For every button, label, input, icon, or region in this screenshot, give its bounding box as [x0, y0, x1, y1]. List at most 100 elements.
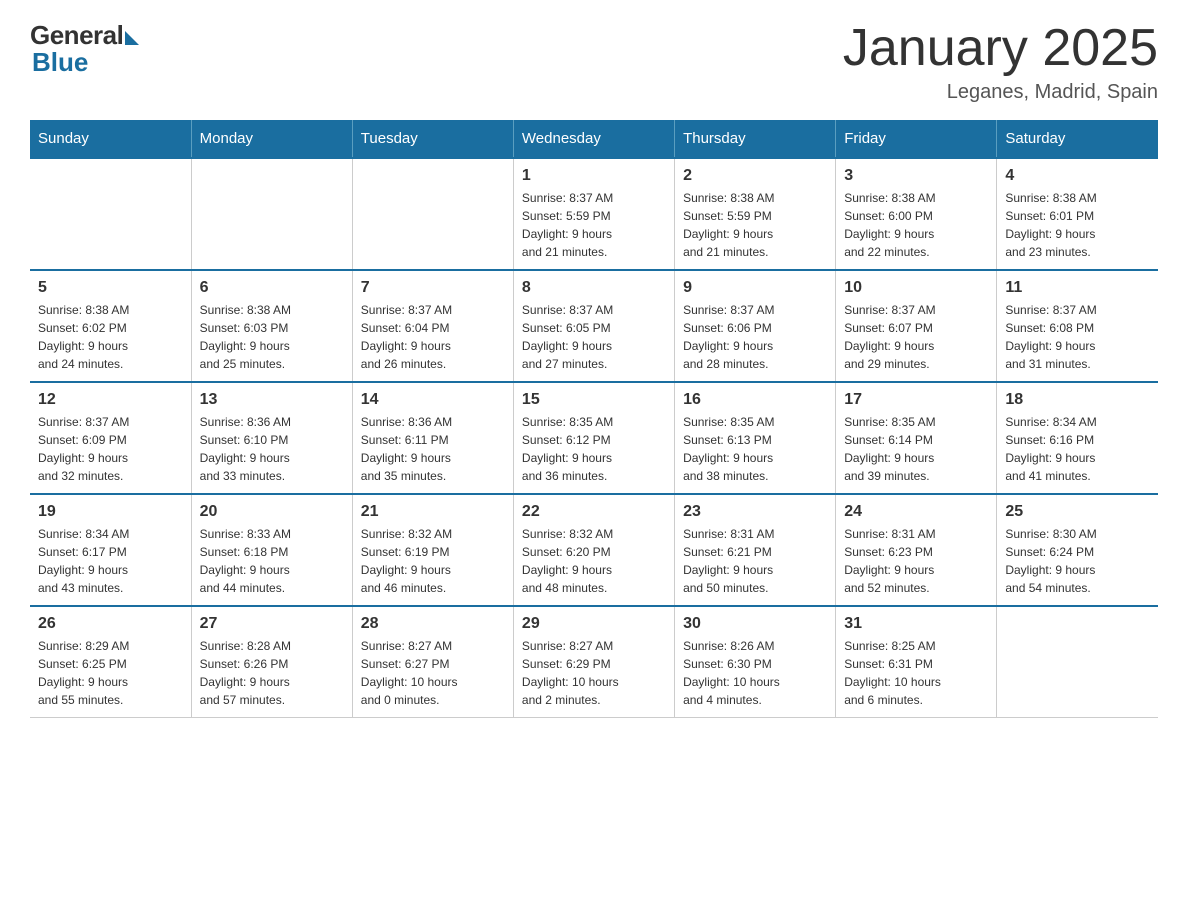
day-info: Sunrise: 8:37 AM Sunset: 5:59 PM Dayligh…: [522, 189, 666, 261]
day-number: 11: [1005, 279, 1150, 297]
day-info: Sunrise: 8:37 AM Sunset: 6:06 PM Dayligh…: [683, 301, 827, 373]
day-number: 16: [683, 391, 827, 409]
calendar-cell: 27 Sunrise: 8:28 AM Sunset: 6:26 PM Dayli…: [191, 606, 352, 718]
calendar-row-week-4: 19 Sunrise: 8:34 AM Sunset: 6:17 PM Dayli…: [30, 494, 1158, 606]
day-number: 9: [683, 279, 827, 297]
calendar-cell: 30Sunrise: 8:26 AM Sunset: 6:30 PM Dayli…: [675, 606, 836, 718]
day-number: 29: [522, 615, 666, 633]
calendar-cell: 10Sunrise: 8:37 AM Sunset: 6:07 PM Dayli…: [836, 270, 997, 382]
calendar-cell: 7Sunrise: 8:37 AM Sunset: 6:04 PM Daylig…: [352, 270, 513, 382]
day-number: 8: [522, 279, 666, 297]
day-info: Sunrise: 8:36 AM Sunset: 6:10 PM Dayligh…: [200, 413, 344, 485]
day-number: 25: [1005, 503, 1150, 521]
calendar-cell: 19 Sunrise: 8:34 AM Sunset: 6:17 PM Dayli…: [30, 494, 191, 606]
calendar-cell: [191, 158, 352, 270]
location: Leganes, Madrid, Spain: [843, 81, 1158, 104]
day-number: 27: [200, 615, 344, 633]
calendar-cell: 11Sunrise: 8:37 AM Sunset: 6:08 PM Dayli…: [997, 270, 1158, 382]
day-number: 20: [200, 503, 344, 521]
header-day-wednesday: Wednesday: [513, 120, 674, 158]
day-number: 19: [38, 503, 183, 521]
day-number: 22: [522, 503, 666, 521]
calendar-cell: 17 Sunrise: 8:35 AM Sunset: 6:14 PM Dayli…: [836, 382, 997, 494]
day-info: Sunrise: 8:35 AM Sunset: 6:14 PM Dayligh…: [844, 413, 988, 485]
calendar-cell: 9 Sunrise: 8:37 AM Sunset: 6:06 PM Daylig…: [675, 270, 836, 382]
day-info: Sunrise: 8:34 AM Sunset: 6:17 PM Dayligh…: [38, 525, 183, 597]
day-info: Sunrise: 8:38 AM Sunset: 6:01 PM Dayligh…: [1005, 189, 1150, 261]
day-info: Sunrise: 8:37 AM Sunset: 6:04 PM Dayligh…: [361, 301, 505, 373]
day-info: Sunrise: 8:37 AM Sunset: 6:09 PM Dayligh…: [38, 413, 183, 485]
page-header: General Blue January 2025 Leganes, Madri…: [30, 20, 1158, 104]
header-day-monday: Monday: [191, 120, 352, 158]
day-info: Sunrise: 8:28 AM Sunset: 6:26 PM Dayligh…: [200, 637, 344, 709]
header-day-saturday: Saturday: [997, 120, 1158, 158]
calendar-row-week-1: 1 Sunrise: 8:37 AM Sunset: 5:59 PM Daylig…: [30, 158, 1158, 270]
day-number: 21: [361, 503, 505, 521]
calendar-cell: [997, 606, 1158, 718]
calendar-cell: 12 Sunrise: 8:37 AM Sunset: 6:09 PM Dayli…: [30, 382, 191, 494]
day-info: Sunrise: 8:38 AM Sunset: 6:03 PM Dayligh…: [200, 301, 344, 373]
day-number: 13: [200, 391, 344, 409]
month-title: January 2025: [843, 20, 1158, 77]
day-info: Sunrise: 8:30 AM Sunset: 6:24 PM Dayligh…: [1005, 525, 1150, 597]
day-info: Sunrise: 8:31 AM Sunset: 6:23 PM Dayligh…: [844, 525, 988, 597]
day-number: 17: [844, 391, 988, 409]
day-info: Sunrise: 8:38 AM Sunset: 6:00 PM Dayligh…: [844, 189, 988, 261]
calendar-cell: 8Sunrise: 8:37 AM Sunset: 6:05 PM Daylig…: [513, 270, 674, 382]
calendar-header: SundayMondayTuesdayWednesdayThursdayFrid…: [30, 120, 1158, 158]
calendar-cell: 22 Sunrise: 8:32 AM Sunset: 6:20 PM Dayli…: [513, 494, 674, 606]
day-number: 28: [361, 615, 505, 633]
calendar-cell: 25 Sunrise: 8:30 AM Sunset: 6:24 PM Dayli…: [997, 494, 1158, 606]
calendar-cell: 28 Sunrise: 8:27 AM Sunset: 6:27 PM Dayli…: [352, 606, 513, 718]
day-number: 2: [683, 167, 827, 185]
day-info: Sunrise: 8:34 AM Sunset: 6:16 PM Dayligh…: [1005, 413, 1150, 485]
logo-arrow-icon: [125, 31, 139, 45]
calendar-cell: [30, 158, 191, 270]
logo: General Blue: [30, 20, 139, 78]
day-number: 31: [844, 615, 988, 633]
logo-blue-text: Blue: [32, 47, 88, 78]
calendar-cell: 14Sunrise: 8:36 AM Sunset: 6:11 PM Dayli…: [352, 382, 513, 494]
day-number: 14: [361, 391, 505, 409]
day-info: Sunrise: 8:25 AM Sunset: 6:31 PM Dayligh…: [844, 637, 988, 709]
calendar-cell: 18 Sunrise: 8:34 AM Sunset: 6:16 PM Dayli…: [997, 382, 1158, 494]
header-day-sunday: Sunday: [30, 120, 191, 158]
calendar-cell: 21 Sunrise: 8:32 AM Sunset: 6:19 PM Dayli…: [352, 494, 513, 606]
calendar-cell: 24 Sunrise: 8:31 AM Sunset: 6:23 PM Dayli…: [836, 494, 997, 606]
day-info: Sunrise: 8:33 AM Sunset: 6:18 PM Dayligh…: [200, 525, 344, 597]
day-info: Sunrise: 8:27 AM Sunset: 6:29 PM Dayligh…: [522, 637, 666, 709]
calendar-cell: 13 Sunrise: 8:36 AM Sunset: 6:10 PM Dayli…: [191, 382, 352, 494]
header-day-tuesday: Tuesday: [352, 120, 513, 158]
day-number: 10: [844, 279, 988, 297]
day-info: Sunrise: 8:38 AM Sunset: 6:02 PM Dayligh…: [38, 301, 183, 373]
day-info: Sunrise: 8:27 AM Sunset: 6:27 PM Dayligh…: [361, 637, 505, 709]
calendar-cell: 3 Sunrise: 8:38 AM Sunset: 6:00 PM Daylig…: [836, 158, 997, 270]
header-row: SundayMondayTuesdayWednesdayThursdayFrid…: [30, 120, 1158, 158]
day-number: 12: [38, 391, 183, 409]
day-number: 1: [522, 167, 666, 185]
day-number: 26: [38, 615, 183, 633]
calendar-cell: 29 Sunrise: 8:27 AM Sunset: 6:29 PM Dayli…: [513, 606, 674, 718]
day-number: 3: [844, 167, 988, 185]
calendar-cell: [352, 158, 513, 270]
day-number: 5: [38, 279, 183, 297]
header-day-thursday: Thursday: [675, 120, 836, 158]
day-info: Sunrise: 8:35 AM Sunset: 6:12 PM Dayligh…: [522, 413, 666, 485]
day-number: 24: [844, 503, 988, 521]
day-info: Sunrise: 8:35 AM Sunset: 6:13 PM Dayligh…: [683, 413, 827, 485]
calendar-cell: 26 Sunrise: 8:29 AM Sunset: 6:25 PM Dayli…: [30, 606, 191, 718]
day-number: 15: [522, 391, 666, 409]
day-info: Sunrise: 8:31 AM Sunset: 6:21 PM Dayligh…: [683, 525, 827, 597]
day-info: Sunrise: 8:29 AM Sunset: 6:25 PM Dayligh…: [38, 637, 183, 709]
calendar-row-week-3: 12 Sunrise: 8:37 AM Sunset: 6:09 PM Dayli…: [30, 382, 1158, 494]
day-number: 18: [1005, 391, 1150, 409]
day-info: Sunrise: 8:38 AM Sunset: 5:59 PM Dayligh…: [683, 189, 827, 261]
calendar-cell: 20 Sunrise: 8:33 AM Sunset: 6:18 PM Dayli…: [191, 494, 352, 606]
calendar-cell: 16 Sunrise: 8:35 AM Sunset: 6:13 PM Dayli…: [675, 382, 836, 494]
day-number: 4: [1005, 167, 1150, 185]
day-info: Sunrise: 8:32 AM Sunset: 6:19 PM Dayligh…: [361, 525, 505, 597]
header-day-friday: Friday: [836, 120, 997, 158]
day-number: 23: [683, 503, 827, 521]
day-info: Sunrise: 8:32 AM Sunset: 6:20 PM Dayligh…: [522, 525, 666, 597]
day-number: 6: [200, 279, 344, 297]
